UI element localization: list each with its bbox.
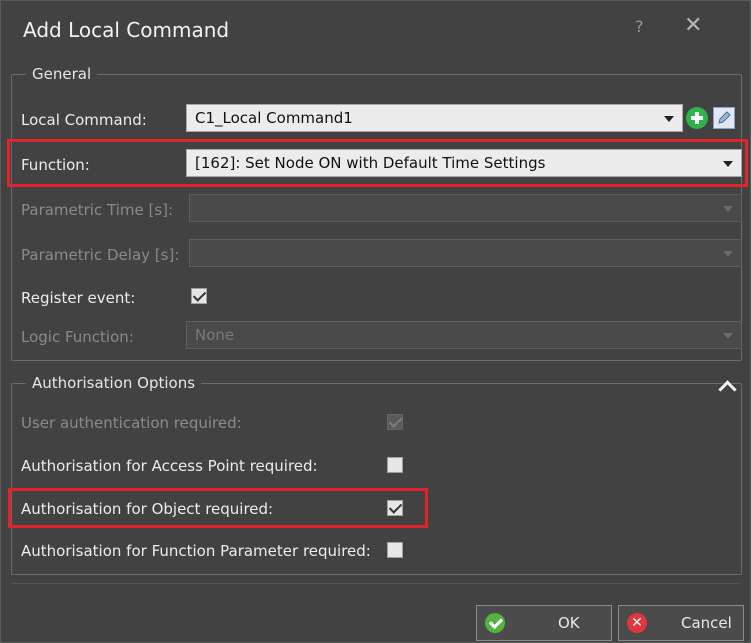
parametric-time-label: Parametric Time [s]:: [21, 201, 174, 219]
register-event-label: Register event:: [21, 289, 136, 307]
parametric-delay-select: [189, 239, 742, 267]
chevron-down-icon: [723, 251, 733, 257]
ok-check-icon: [485, 613, 505, 633]
logic-function-value: None: [195, 326, 235, 344]
function-highlight: [7, 139, 748, 187]
add-local-command-dialog: Add Local Command ? ✕ General Local Comm…: [0, 0, 751, 643]
dialog-title: Add Local Command: [23, 18, 230, 42]
local-command-value: C1_Local Command1: [195, 109, 353, 127]
local-command-label: Local Command:: [21, 111, 147, 129]
user-auth-label: User authentication required:: [21, 414, 242, 432]
local-command-select[interactable]: C1_Local Command1: [186, 104, 683, 132]
pencil-icon: [718, 111, 731, 124]
add-icon[interactable]: [686, 107, 708, 129]
parametric-time-select: [189, 194, 742, 222]
function-param-checkbox[interactable]: [387, 542, 403, 558]
edit-icon[interactable]: [713, 107, 735, 129]
function-param-label: Authorisation for Function Parameter req…: [21, 542, 371, 560]
cancel-label: Cancel: [681, 614, 732, 632]
close-icon[interactable]: ✕: [684, 13, 702, 38]
ok-label: OK: [558, 614, 580, 632]
access-point-label: Authorisation for Access Point required:: [21, 457, 318, 475]
chevron-down-icon: [723, 333, 733, 339]
title-bar: Add Local Command ? ✕: [1, 1, 750, 61]
ok-button[interactable]: OK: [476, 605, 612, 641]
register-event-checkbox[interactable]: [191, 288, 207, 304]
chevron-down-icon: [723, 206, 733, 212]
cancel-button[interactable]: ✕ Cancel: [618, 605, 744, 641]
authorisation-legend: Authorisation Options: [26, 374, 202, 392]
user-auth-checkbox: [387, 414, 403, 430]
object-highlight: [8, 488, 428, 528]
logic-function-select: None: [186, 321, 742, 349]
chevron-down-icon: [664, 116, 674, 122]
logic-function-label: Logic Function:: [21, 328, 134, 346]
parametric-delay-label: Parametric Delay [s]:: [21, 246, 180, 264]
cancel-x-icon: ✕: [627, 613, 647, 633]
footer-separator: [11, 583, 740, 584]
general-legend: General: [26, 65, 98, 83]
access-point-checkbox[interactable]: [387, 457, 403, 473]
help-icon[interactable]: ?: [635, 17, 644, 36]
